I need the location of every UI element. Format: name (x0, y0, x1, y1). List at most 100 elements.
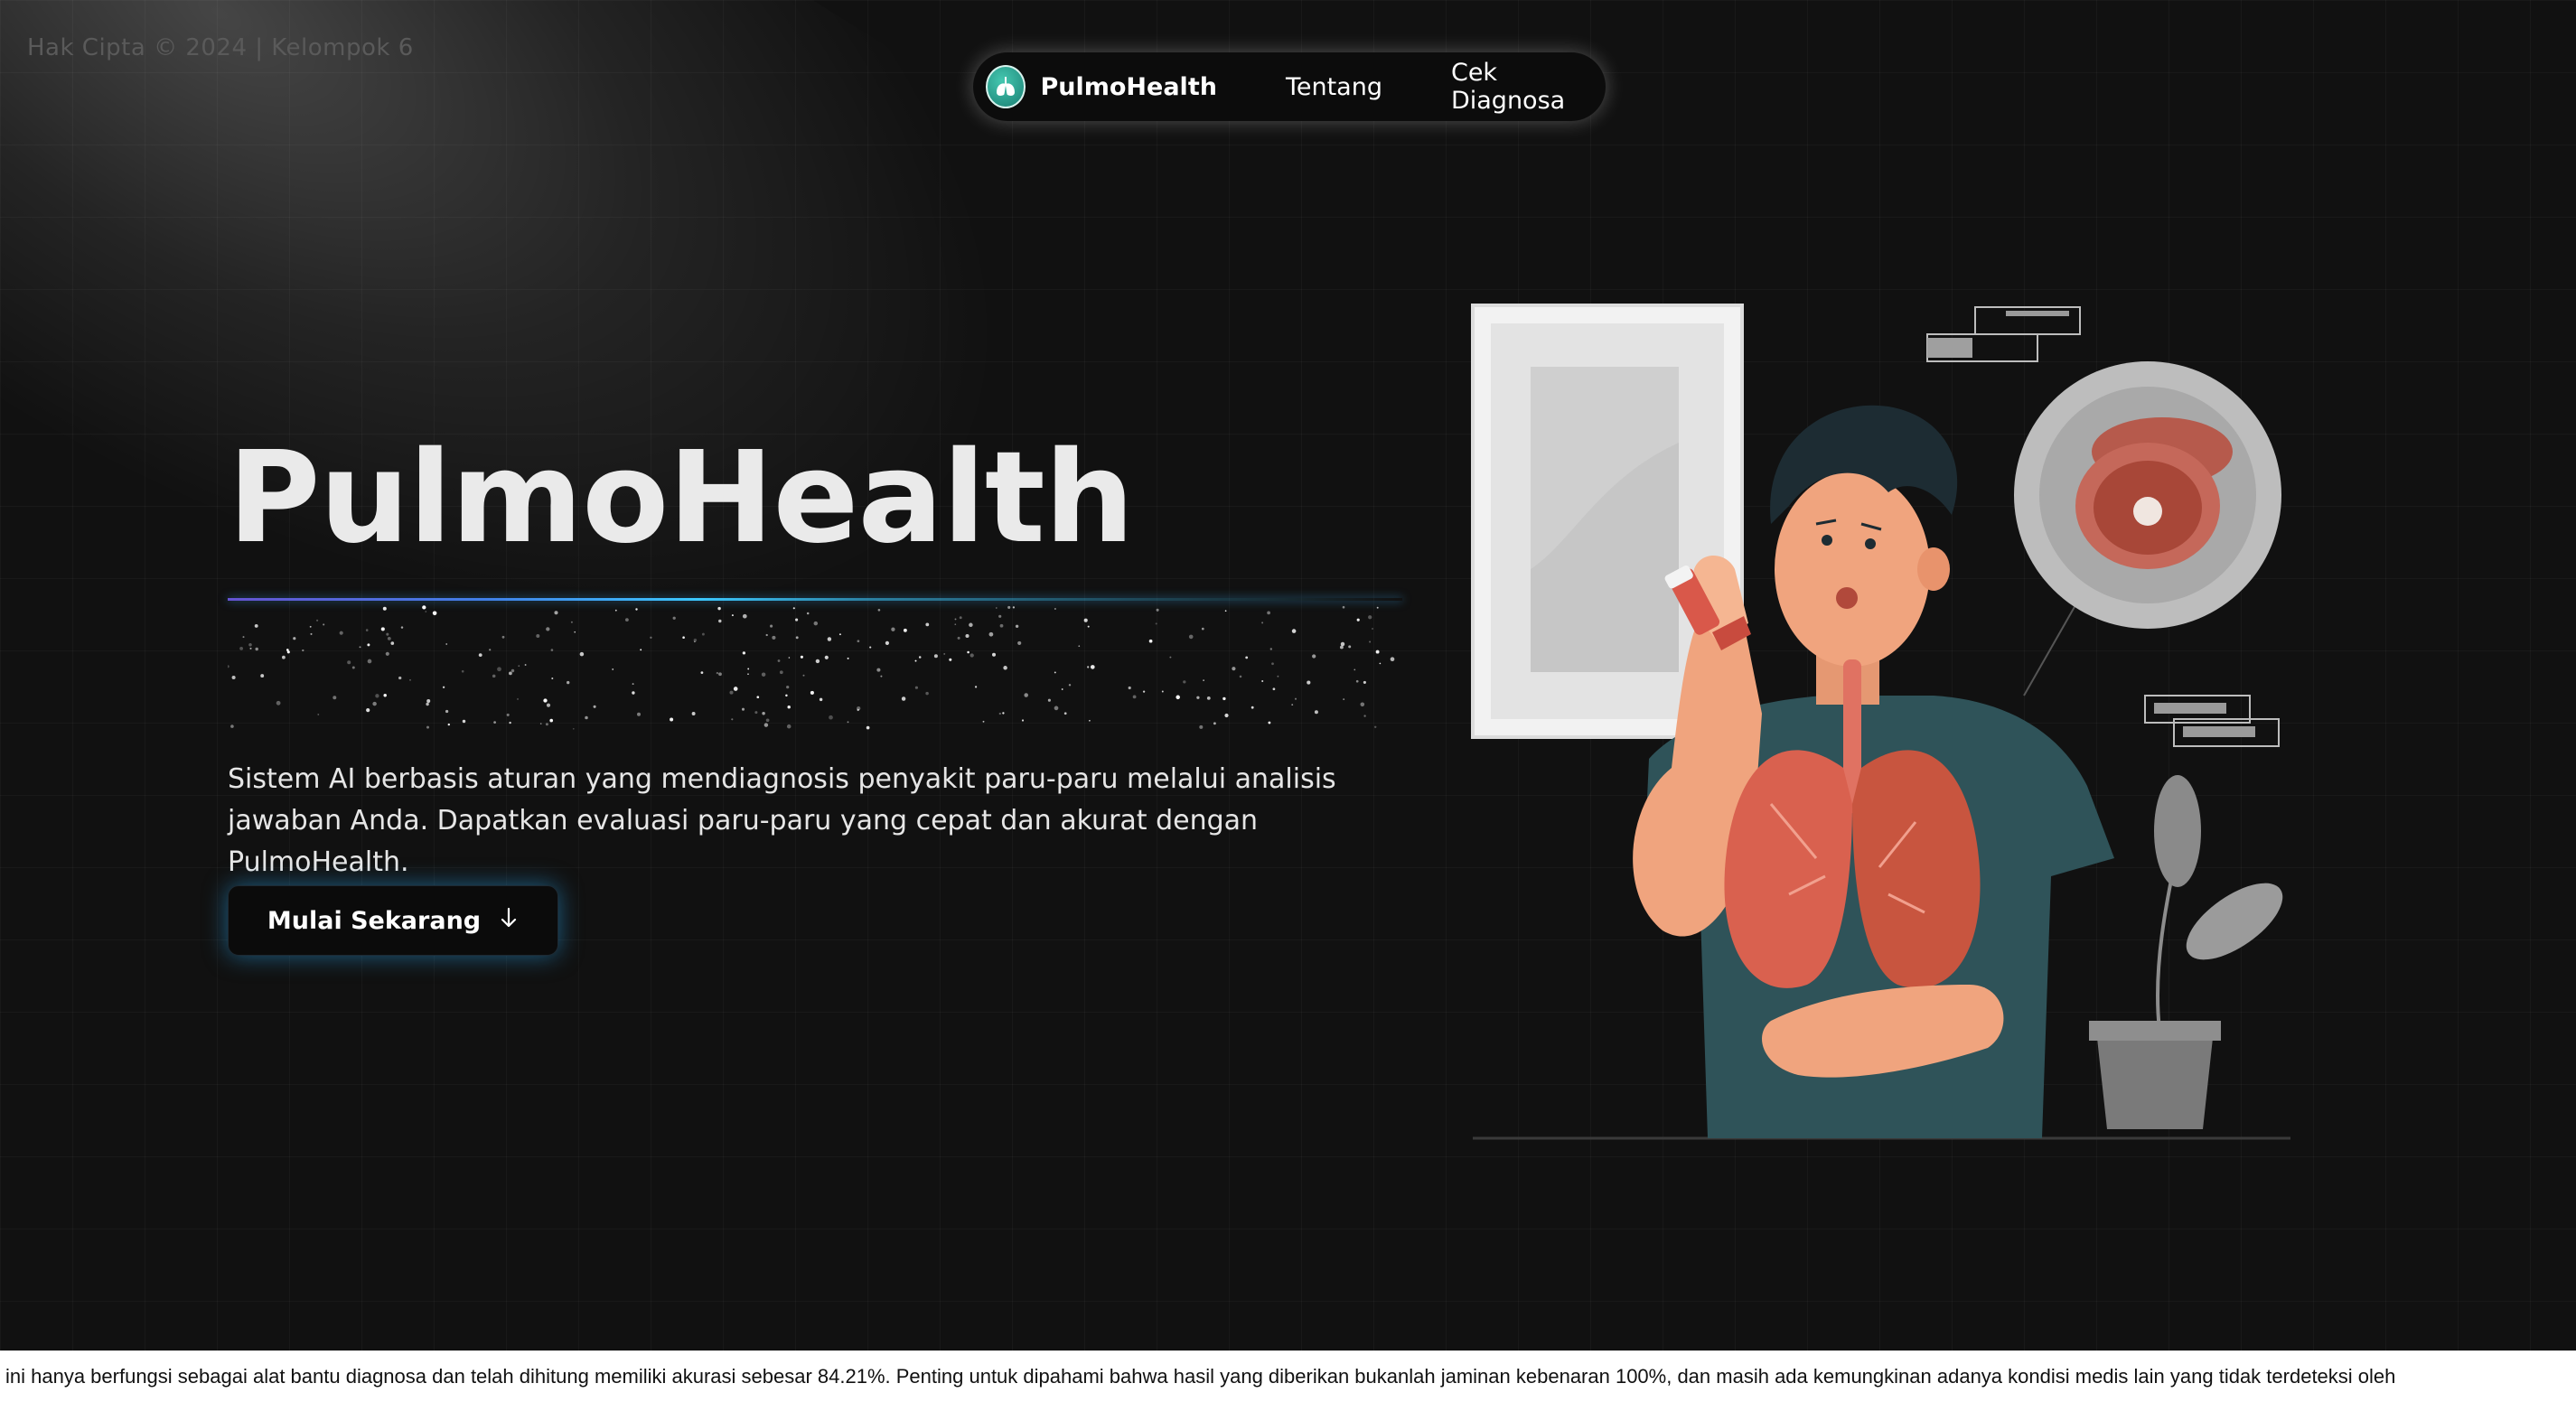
sparkle-dot (802, 674, 805, 677)
sparkle-dot (1339, 645, 1344, 650)
sparkle-dot (1379, 662, 1382, 665)
sparkle-dot (762, 712, 765, 715)
sparkle-dot (545, 723, 548, 726)
sparkle-dot (763, 723, 769, 727)
arrow-down-icon (499, 906, 519, 936)
sparkle-dot (1272, 687, 1276, 691)
sparkle-dot (387, 637, 391, 640)
sparkle-dot (765, 718, 770, 723)
sparkle-dot (756, 696, 760, 699)
sparkle-dot (254, 623, 258, 628)
sparkle-dot (383, 693, 387, 697)
sparkle-dot (640, 649, 642, 651)
sparkle-dot (551, 677, 554, 680)
sparkle-dot (637, 712, 641, 716)
brand-link[interactable]: PulmoHealth (1040, 73, 1216, 101)
sparkle-dot (857, 640, 860, 643)
sparkle-dot (847, 657, 849, 659)
sparkle-dot (857, 708, 859, 712)
sparkle-dot (386, 632, 389, 636)
sparkle-dot (282, 655, 286, 659)
sparkle-dot (478, 653, 482, 657)
sparkle-dot (614, 609, 617, 612)
sparkle-dot (693, 638, 698, 642)
sparkle-dot (493, 721, 496, 724)
sparkle-dot (1232, 667, 1236, 671)
sparkle-dot (1054, 671, 1056, 674)
sparkle-dot (593, 705, 596, 708)
sparkle-dot (788, 657, 791, 659)
start-button[interactable]: Mulai Sekarang (228, 885, 558, 956)
lungs-icon[interactable] (986, 65, 1026, 108)
sparkle-dot (497, 667, 501, 672)
sparkle-dot (829, 715, 833, 720)
nav-link-tentang[interactable]: Tentang (1286, 73, 1382, 101)
sparkle-dot (682, 636, 685, 639)
sparkle-dot (785, 694, 788, 697)
sparkle-dot (777, 659, 781, 662)
sparkle-dot (1369, 640, 1372, 643)
nav-link-cek-diagnosa[interactable]: Cek Diagnosa (1451, 59, 1606, 115)
sparkle-dot (949, 658, 952, 661)
sparkle-dot (632, 691, 635, 695)
sparkle-dot (248, 643, 252, 647)
sparkle-dot (650, 636, 652, 639)
sparkle-dot (988, 631, 994, 637)
sparkle-dot (231, 675, 236, 680)
sparkle-dot (772, 635, 776, 640)
sparkle-dot (786, 685, 790, 689)
sparkle-dot (309, 625, 312, 628)
sparkle-dot (1372, 628, 1373, 630)
sparkle-dot (635, 608, 638, 611)
sparkle-dot (1267, 611, 1270, 615)
sparkle-dot (1017, 640, 1022, 645)
sparkle-dot (422, 605, 426, 610)
sparkle-dot (918, 656, 922, 659)
sparkle-dot (1068, 684, 1072, 687)
sparkle-dot (731, 614, 734, 617)
sparkle-dot (700, 671, 704, 674)
sparkle-dot (795, 618, 799, 622)
sparkle-dot (1343, 698, 1345, 701)
sparkle-dot (718, 672, 722, 677)
sparkle-dot (954, 623, 957, 626)
sparkle-dot (1314, 710, 1318, 715)
sparkle-dot (536, 634, 540, 638)
sparkle-dot (827, 637, 832, 641)
sparkle-dot (409, 678, 411, 681)
sparkle-dot (876, 668, 881, 672)
sparkle-dot (249, 647, 252, 650)
sparkle-dot (1356, 618, 1360, 622)
sparkle-dot (943, 652, 946, 655)
sparkle-dot (543, 698, 548, 703)
sparkle-dot (347, 660, 351, 665)
sparkle-dot (1368, 615, 1372, 620)
sparkle-dot (1291, 629, 1297, 633)
sparkle-dot (998, 712, 1001, 715)
sparkle-dot (819, 697, 823, 702)
sparkle-dot (691, 712, 696, 715)
sparkle-dot (501, 635, 505, 639)
sparkle-dot (612, 668, 614, 670)
sparkle-dot (509, 721, 511, 724)
sparkle-dot (747, 668, 750, 670)
sparkle-dot (880, 675, 883, 678)
sparkle-dot (398, 676, 402, 680)
sparkle-dot (1363, 715, 1366, 717)
sparkle-dot (933, 654, 938, 659)
sparkle-dot (1196, 696, 1200, 699)
sparkle-dot (974, 686, 978, 688)
sparkle-dot (1015, 624, 1019, 628)
sparkle-dot (914, 686, 918, 689)
sparkle-dot (1021, 719, 1025, 722)
sparkle-dot (1128, 686, 1131, 690)
sparkle-dot (1261, 679, 1264, 683)
sparkle-dot (731, 718, 734, 721)
sparkle-dot (1363, 680, 1366, 684)
disclaimer-bar: ini hanya berfungsi sebagai alat bantu d… (0, 1351, 2576, 1402)
sparkle-dot (302, 649, 304, 652)
sparkle-dot (742, 613, 747, 619)
sparkle-dot (1373, 725, 1377, 729)
sparkle-dot (1355, 679, 1359, 683)
sparkle-dot (1268, 721, 1271, 724)
